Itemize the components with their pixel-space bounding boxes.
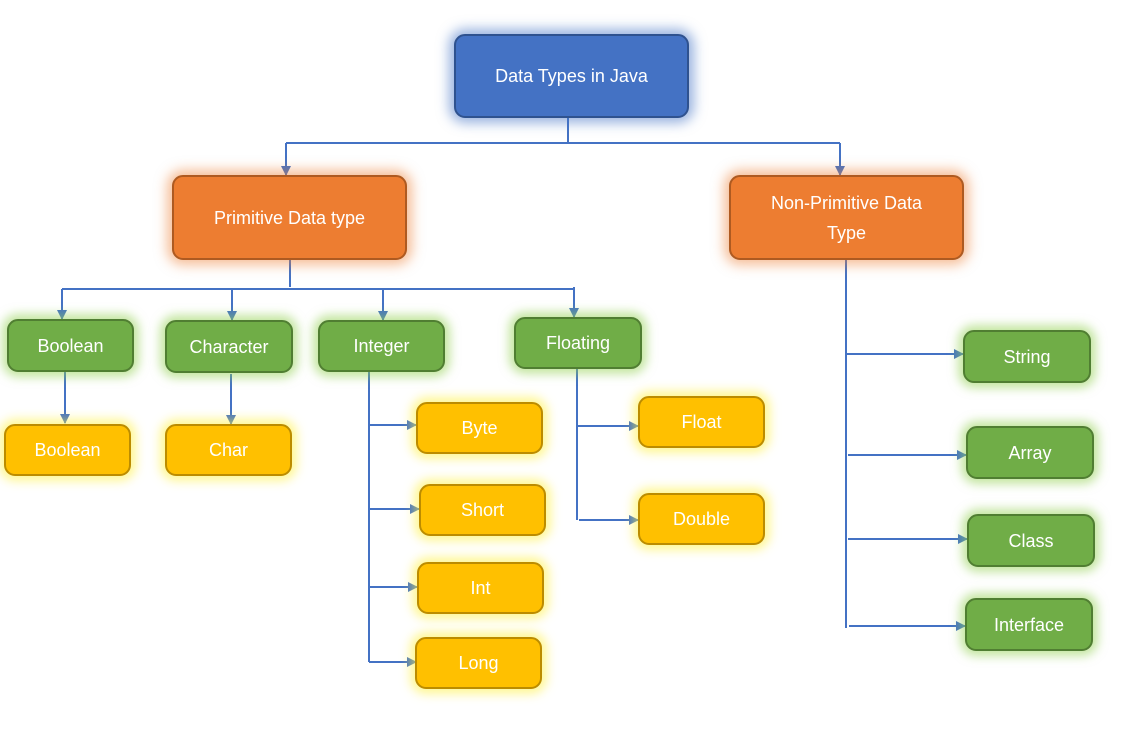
long-leaf-label: Long bbox=[458, 653, 499, 673]
short-leaf-label: Short bbox=[460, 500, 505, 520]
double-leaf-node: Double bbox=[638, 493, 765, 545]
long-leaf-node: Long bbox=[415, 637, 542, 689]
integer-group-node: Integer bbox=[318, 320, 445, 372]
byte-leaf-label: Byte bbox=[461, 418, 498, 438]
string-node: String bbox=[963, 330, 1091, 383]
non-primitive-node: Non-Primitive Data Type bbox=[729, 175, 964, 260]
double-leaf-label: Double bbox=[672, 509, 731, 529]
array-node: Array bbox=[966, 426, 1094, 479]
interface-node: Interface bbox=[965, 598, 1093, 651]
non-primitive-label: Non-Primitive Data Type bbox=[770, 192, 923, 243]
char-leaf-node: Char bbox=[165, 424, 292, 476]
float-leaf-node: Float bbox=[638, 396, 765, 448]
float-leaf-label: Float bbox=[681, 412, 722, 432]
floating-group-node: Floating bbox=[514, 317, 642, 369]
boolean-leaf-node: Boolean bbox=[4, 424, 131, 476]
boolean-group-node: Boolean bbox=[7, 319, 134, 372]
char-leaf-label: Char bbox=[208, 440, 248, 460]
root-node: Data Types in Java bbox=[454, 34, 689, 118]
array-label: Array bbox=[1008, 442, 1052, 463]
class-label: Class bbox=[1008, 530, 1054, 551]
int-leaf-node: Int bbox=[417, 562, 544, 614]
character-group-label: Character bbox=[189, 336, 269, 357]
boolean-group-label: Boolean bbox=[37, 335, 104, 356]
floating-group-label: Floating bbox=[545, 333, 611, 353]
integer-group-label: Integer bbox=[353, 336, 410, 356]
boolean-leaf-label: Boolean bbox=[34, 440, 101, 460]
interface-label: Interface bbox=[993, 614, 1065, 635]
string-label: String bbox=[1003, 346, 1051, 367]
class-node: Class bbox=[967, 514, 1095, 567]
short-leaf-node: Short bbox=[419, 484, 546, 536]
byte-leaf-node: Byte bbox=[416, 402, 543, 454]
int-leaf-label: Int bbox=[470, 578, 491, 598]
primitive-node: Primitive Data type bbox=[172, 175, 407, 260]
primitive-label: Primitive Data type bbox=[213, 207, 366, 228]
root-label: Data Types in Java bbox=[495, 66, 648, 86]
character-group-node: Character bbox=[165, 320, 293, 373]
